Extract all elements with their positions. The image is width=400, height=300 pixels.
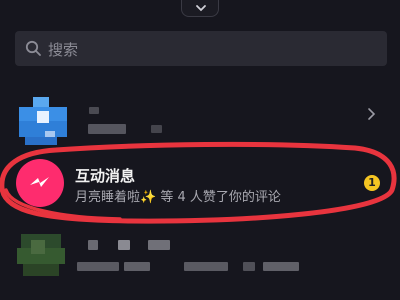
obscured-subtitle	[88, 124, 126, 134]
avatar	[17, 228, 65, 276]
obscured-title	[88, 240, 98, 250]
avatar	[19, 97, 67, 145]
search-placeholder: 搜索	[48, 41, 79, 59]
obscured-subtitle	[77, 262, 119, 271]
interaction-avatar	[16, 159, 64, 207]
obscured-title	[89, 107, 99, 114]
obscured-title	[148, 240, 170, 250]
chevron-right-icon	[368, 108, 376, 120]
chevron-down-icon	[196, 5, 206, 12]
unread-badge: 1	[364, 175, 380, 191]
search-bar[interactable]: 搜索	[15, 31, 387, 66]
obscured-title	[118, 240, 130, 250]
obscured-subtitle	[124, 262, 150, 271]
lightning-icon	[30, 177, 49, 187]
obscured-subtitle	[263, 262, 299, 271]
search-icon	[25, 40, 41, 56]
obscured-subtitle	[243, 262, 255, 271]
obscured-subtitle	[184, 262, 228, 271]
obscured-subtitle	[151, 125, 162, 133]
collapse-handle[interactable]	[181, 0, 219, 17]
row-subtitle: 月亮睡着啦✨ 等 4 人赞了你的评论	[75, 190, 281, 205]
row-title: 互动消息	[75, 167, 136, 185]
